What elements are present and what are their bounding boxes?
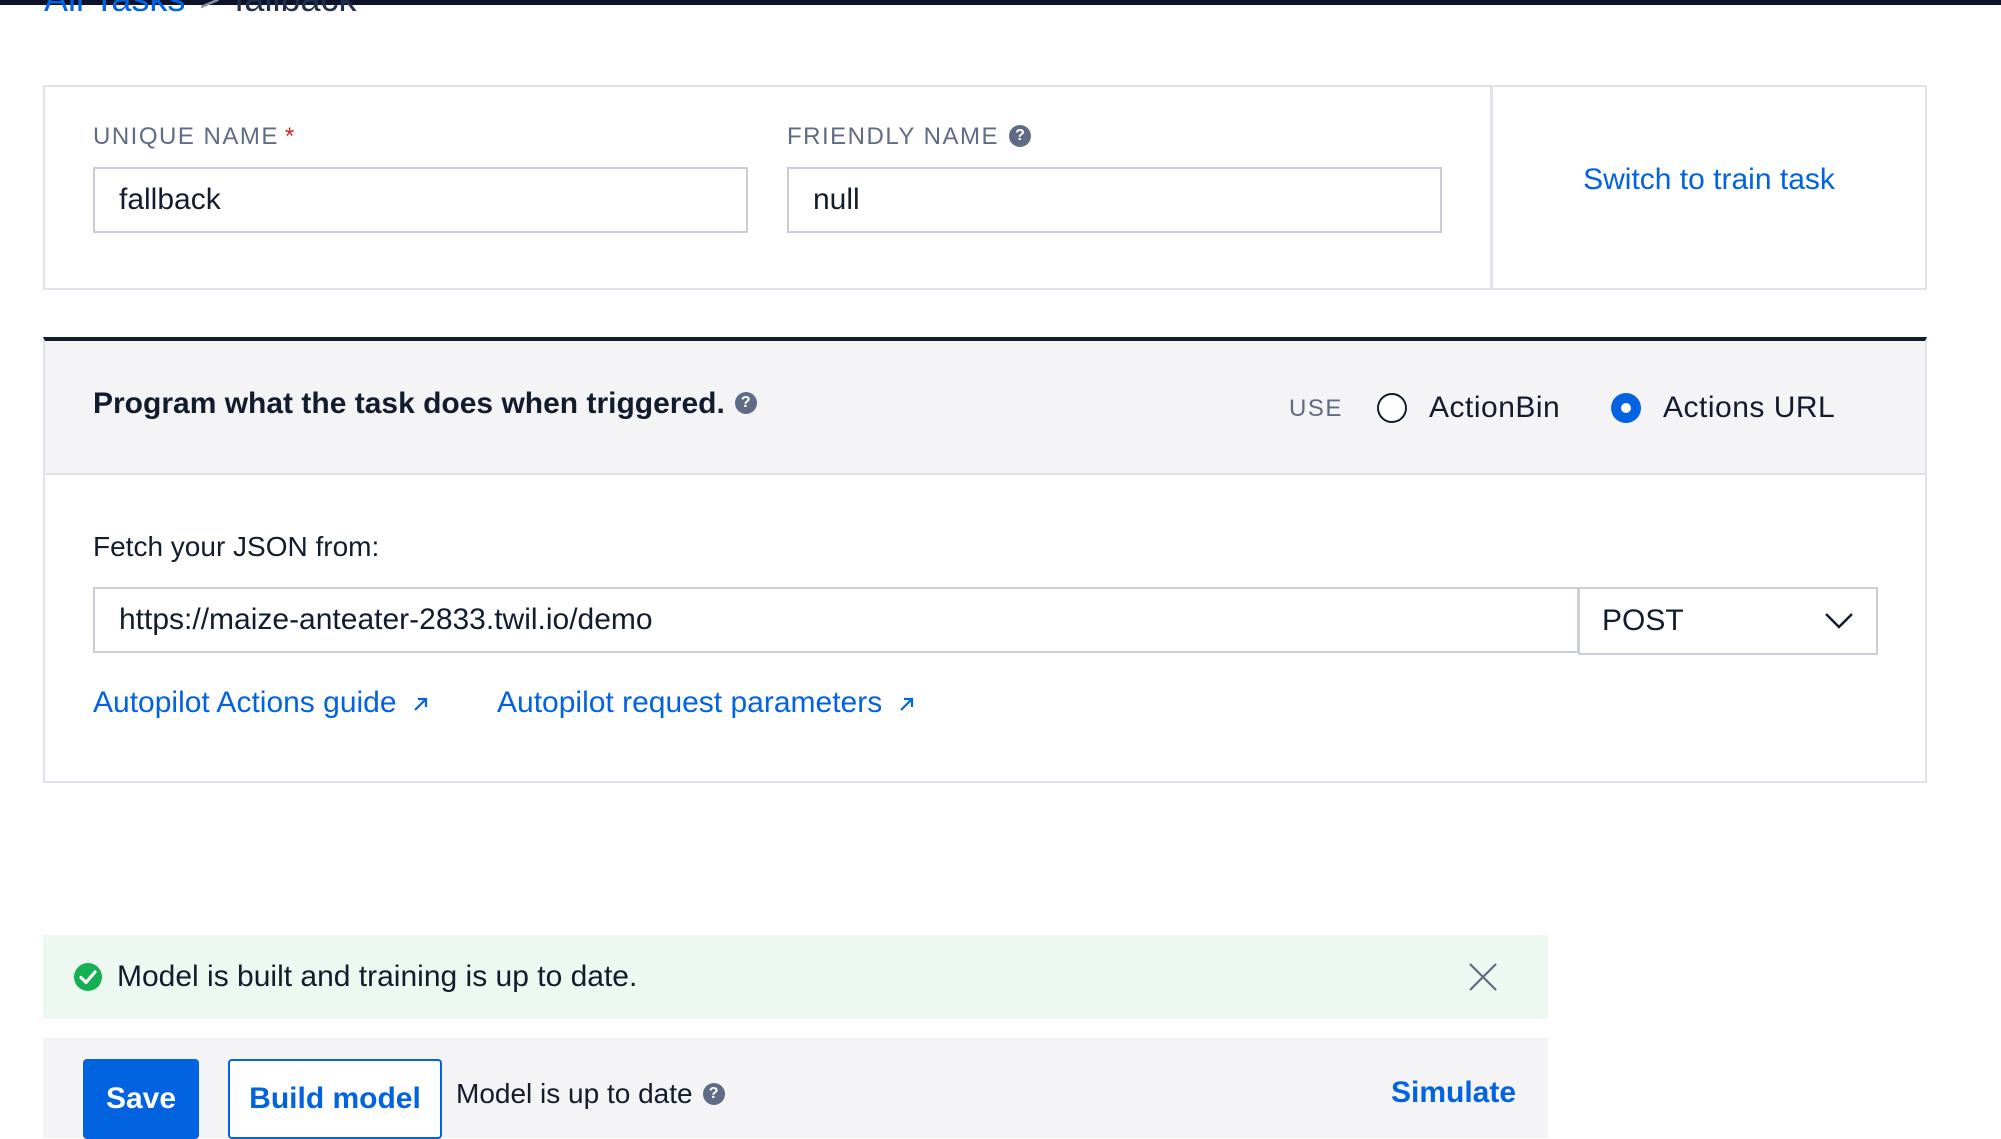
friendly-name-input[interactable]: [787, 167, 1442, 233]
required-mark: *: [284, 123, 296, 150]
status-message: Model is built and training is up to dat…: [117, 960, 638, 993]
chevron-down-icon: [1825, 613, 1853, 629]
friendly-name-label-text: FRIENDLY NAME: [787, 123, 999, 150]
breadcrumb: All Tasks > fallback: [44, 0, 356, 20]
radio-actions-url[interactable]: Actions URL: [1611, 391, 1835, 425]
status-banner: Model is built and training is up to dat…: [43, 935, 1548, 1019]
autopilot-actions-guide-link[interactable]: Autopilot Actions guide: [93, 686, 431, 720]
fetch-json-label: Fetch your JSON from:: [93, 531, 380, 562]
model-status-text: Model is up to date: [456, 1078, 693, 1109]
radio-checked-icon: [1611, 393, 1641, 423]
autopilot-request-parameters-label: Autopilot request parameters: [497, 686, 883, 719]
breadcrumb-current: fallback: [234, 0, 356, 19]
close-icon[interactable]: [1467, 961, 1499, 993]
http-method-select[interactable]: POST: [1578, 587, 1878, 655]
switch-to-train-task-link[interactable]: Switch to train task: [1583, 163, 1835, 197]
breadcrumb-all-tasks-link[interactable]: All Tasks: [44, 0, 185, 19]
check-circle-icon: [74, 963, 102, 991]
external-link-icon: [414, 697, 427, 711]
http-method-value: POST: [1602, 604, 1684, 637]
task-name-card: UNIQUE NAME* FRIENDLY NAME?: [43, 85, 1492, 290]
help-icon[interactable]: ?: [1008, 124, 1031, 147]
model-status: Model is up to date?: [456, 1078, 725, 1110]
unique-name-input[interactable]: [93, 167, 748, 233]
help-icon[interactable]: ?: [702, 1082, 725, 1105]
simulate-link[interactable]: Simulate: [1391, 1076, 1516, 1110]
radio-actions-url-label: Actions URL: [1663, 391, 1836, 424]
radio-actionbin[interactable]: ActionBin: [1377, 391, 1560, 425]
help-icon[interactable]: ?: [734, 392, 757, 415]
save-button[interactable]: Save: [83, 1059, 199, 1139]
radio-unchecked-icon: [1377, 393, 1407, 423]
friendly-name-label: FRIENDLY NAME?: [787, 123, 1031, 151]
breadcrumb-separator: >: [199, 0, 220, 19]
footer-bar: Save Build model Model is up to date? Si…: [43, 1038, 1548, 1139]
radio-actionbin-label: ActionBin: [1429, 391, 1561, 424]
use-label: USE: [1289, 395, 1343, 422]
program-header: Program what the task does when triggere…: [45, 341, 1925, 475]
autopilot-actions-guide-label: Autopilot Actions guide: [93, 686, 397, 719]
autopilot-request-parameters-link[interactable]: Autopilot request parameters: [497, 686, 917, 720]
program-title: Program what the task does when triggere…: [93, 387, 757, 421]
program-card: Program what the task does when triggere…: [43, 337, 1927, 783]
program-title-text: Program what the task does when triggere…: [93, 387, 725, 420]
external-link-icon: [899, 697, 913, 711]
unique-name-label-text: UNIQUE NAME: [93, 123, 279, 150]
unique-name-label: UNIQUE NAME *: [93, 123, 296, 151]
actions-url-input[interactable]: [93, 587, 1579, 653]
build-model-button[interactable]: Build model: [228, 1059, 442, 1139]
switch-task-card: Switch to train task: [1491, 85, 1927, 290]
